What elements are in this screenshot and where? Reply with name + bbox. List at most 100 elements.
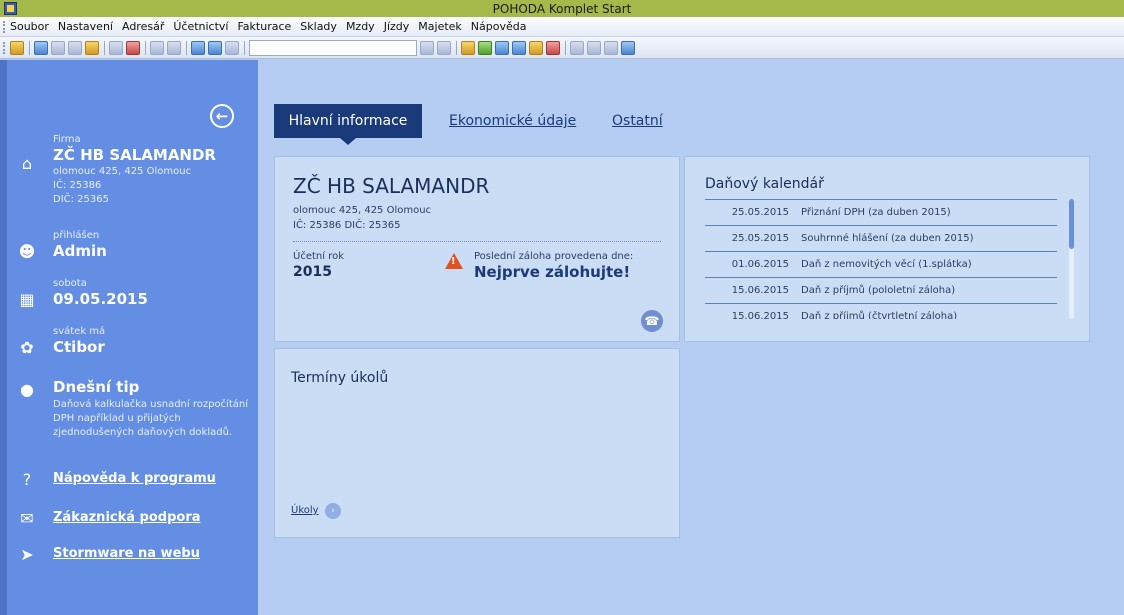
menu-sklady[interactable]: Sklady bbox=[300, 20, 337, 33]
menu-bar: Soubor Nastavení Adresář Účetnictví Fakt… bbox=[0, 17, 1124, 37]
phone-icon[interactable]: ☎ bbox=[641, 310, 663, 332]
arrow-left-circle-icon[interactable]: ← bbox=[210, 104, 234, 128]
list-item[interactable]: 15.06.2015 Daň z příjmů (pololetní záloh… bbox=[705, 278, 1057, 304]
report-icon[interactable] bbox=[587, 41, 601, 55]
help-icon[interactable] bbox=[621, 41, 635, 55]
tab-hlavni-informace[interactable]: Hlavní informace bbox=[274, 104, 422, 145]
calendar-date: 01.06.2015 bbox=[731, 259, 789, 270]
company-name: ZČ HB SALAMANDR bbox=[293, 174, 490, 198]
company-panel: ZČ HB SALAMANDR olomouc 425, 425 Olomouc… bbox=[274, 156, 680, 342]
users-icon[interactable] bbox=[529, 41, 543, 55]
fiscal-year-value: 2015 bbox=[293, 264, 332, 280]
toolbar-grip[interactable] bbox=[3, 42, 6, 54]
backup-label: Poslední záloha provedena dne: bbox=[474, 251, 634, 262]
tax-calendar-list: 25.05.2015 Přiznání DPH (za duben 2015) … bbox=[705, 199, 1057, 319]
support-link[interactable]: Zákaznická podpora bbox=[53, 510, 201, 525]
print-icon[interactable] bbox=[51, 41, 65, 55]
chevron-right-icon[interactable]: › bbox=[325, 503, 341, 519]
menu-ucetnictvi[interactable]: Účetnictví bbox=[173, 20, 228, 33]
tip-title: Dnešní tip bbox=[53, 378, 140, 396]
calculator-icon[interactable] bbox=[512, 41, 526, 55]
lightbulb-icon: ● bbox=[20, 380, 34, 399]
backup-value[interactable]: Nejprve zálohujte! bbox=[474, 263, 630, 281]
menu-fakturace[interactable]: Fakturace bbox=[237, 20, 291, 33]
calendar-text: Daň z příjmů (pololetní záloha) bbox=[801, 285, 956, 296]
company-ids: IČ: 25386 DIČ: 25365 bbox=[293, 220, 401, 231]
calendar-date: 15.06.2015 bbox=[731, 311, 789, 319]
new-record-icon[interactable] bbox=[10, 41, 24, 55]
menu-napoveda[interactable]: Nápověda bbox=[471, 20, 527, 33]
calendar-date: 25.05.2015 bbox=[731, 207, 789, 218]
question-icon: ? bbox=[22, 470, 32, 489]
window-title: POHODA Komplet Start bbox=[492, 2, 632, 16]
copy-icon[interactable] bbox=[109, 41, 123, 55]
list-item[interactable]: 15.06.2015 Daň z příjmů (čtvrtletní zálo… bbox=[705, 304, 1057, 319]
calendar-text: Přiznání DPH (za duben 2015) bbox=[801, 207, 951, 218]
home-icon: ⌂ bbox=[21, 154, 33, 173]
list-item[interactable]: 25.05.2015 Souhrnné hlášení (za duben 20… bbox=[705, 226, 1057, 252]
calendar-scroll-thumb[interactable] bbox=[1069, 199, 1074, 249]
fiscal-year-label: Účetní rok bbox=[293, 251, 344, 262]
divider bbox=[293, 241, 661, 242]
open-icon[interactable] bbox=[34, 41, 48, 55]
namesday-label: svátek má bbox=[53, 326, 106, 337]
envelope-icon: ✉ bbox=[20, 509, 34, 528]
tasks-title: Termíny úkolů bbox=[291, 370, 389, 386]
main-area: Hlavní informace Ekonomické údaje Ostatn… bbox=[258, 60, 1124, 615]
firma-label: Firma bbox=[53, 134, 81, 145]
help-link[interactable]: Nápověda k programu bbox=[53, 471, 216, 486]
title-bar: POHODA Komplet Start bbox=[0, 0, 1124, 17]
folder-icon[interactable] bbox=[461, 41, 475, 55]
warning-icon: ! bbox=[445, 253, 463, 269]
clipboard-icon[interactable] bbox=[225, 41, 239, 55]
firma-dic: DIČ: 25365 bbox=[53, 194, 109, 205]
toolbar bbox=[0, 37, 1124, 59]
sidebar: ← ⌂ Firma ZČ HB SALAMANDR olomouc 425, 4… bbox=[0, 60, 258, 615]
tip-text: Daňová kalkulačka usnadní rozpočítání DP… bbox=[53, 399, 248, 438]
date-value: 09.05.2015 bbox=[53, 290, 148, 308]
calendar-date: 25.05.2015 bbox=[731, 233, 789, 244]
stormware-logo-icon: ➤ bbox=[20, 545, 34, 564]
menu-grip[interactable] bbox=[3, 21, 6, 33]
web-link[interactable]: Stormware na webu bbox=[53, 546, 200, 561]
calendar-text: Daň z nemovitých věcí (1.splátka) bbox=[801, 259, 972, 270]
tasks-link[interactable]: Úkoly bbox=[291, 505, 319, 516]
check-icon[interactable] bbox=[126, 41, 140, 55]
menu-mzdy[interactable]: Mzdy bbox=[346, 20, 375, 33]
export-icon[interactable] bbox=[85, 41, 99, 55]
funnel-icon[interactable] bbox=[437, 41, 451, 55]
list-item[interactable]: 01.06.2015 Daň z nemovitých věcí (1.splá… bbox=[705, 252, 1057, 278]
back-icon[interactable] bbox=[150, 41, 164, 55]
menu-nastaveni[interactable]: Nastavení bbox=[58, 20, 113, 33]
user-icon: ☻ bbox=[18, 242, 36, 261]
flower-icon: ✿ bbox=[20, 338, 34, 357]
namesday-name: Ctibor bbox=[53, 338, 105, 356]
save-all-icon[interactable] bbox=[208, 41, 222, 55]
tax-calendar-panel: Daňový kalendář 25.05.2015 Přiznání DPH … bbox=[684, 156, 1090, 342]
menu-majetek[interactable]: Majetek bbox=[418, 20, 462, 33]
ban-icon[interactable] bbox=[546, 41, 560, 55]
calendar-scrollbar[interactable] bbox=[1069, 199, 1074, 319]
table-icon[interactable] bbox=[495, 41, 509, 55]
menu-jizdy[interactable]: Jízdy bbox=[384, 20, 410, 33]
tasks-panel: Termíny úkolů Úkoly › bbox=[274, 348, 680, 538]
list-icon[interactable] bbox=[570, 41, 584, 55]
toolbar-combo[interactable] bbox=[249, 40, 417, 56]
tax-calendar-title: Daňový kalendář bbox=[705, 176, 824, 192]
document-icon[interactable] bbox=[604, 41, 618, 55]
calendar-text: Souhrnné hlášení (za duben 2015) bbox=[801, 233, 974, 244]
firma-address: olomouc 425, 425 Olomouc bbox=[53, 166, 192, 177]
menu-adresar[interactable]: Adresář bbox=[122, 20, 164, 33]
save-icon[interactable] bbox=[191, 41, 205, 55]
preview-icon[interactable] bbox=[68, 41, 82, 55]
refresh-icon[interactable] bbox=[478, 41, 492, 55]
list-item[interactable]: 25.05.2015 Přiznání DPH (za duben 2015) bbox=[705, 200, 1057, 226]
calendar-date: 15.06.2015 bbox=[731, 285, 789, 296]
menu-soubor[interactable]: Soubor bbox=[10, 20, 49, 33]
filter-icon[interactable] bbox=[420, 41, 434, 55]
tab-ostatni[interactable]: Ostatní bbox=[612, 113, 663, 129]
user-name: Admin bbox=[53, 242, 107, 260]
tab-ekonomicke-udaje[interactable]: Ekonomické údaje bbox=[449, 113, 576, 129]
forward-icon[interactable] bbox=[167, 41, 181, 55]
firma-name: ZČ HB SALAMANDR bbox=[53, 146, 216, 164]
